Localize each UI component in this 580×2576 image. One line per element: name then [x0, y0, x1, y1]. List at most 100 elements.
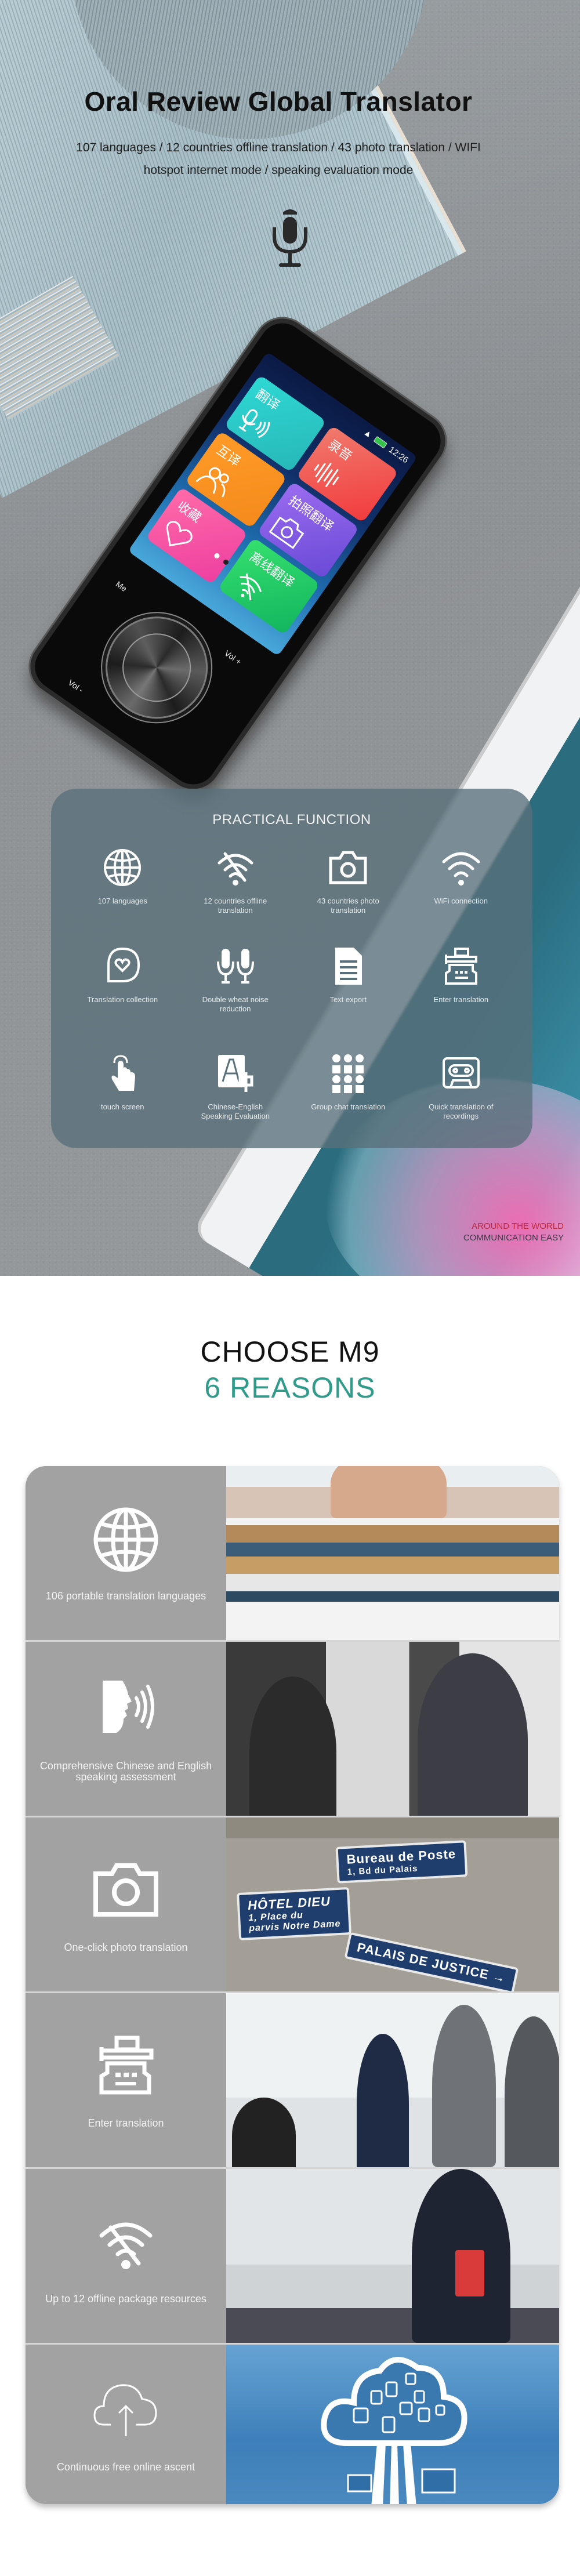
person-figure — [331, 1466, 447, 1518]
volume-down-label: Vol - — [66, 677, 85, 695]
cassette-icon — [442, 1057, 480, 1089]
reason-row: 106 portable translation languages — [26, 1466, 559, 1640]
person-figure — [432, 2005, 496, 2167]
tile-label: 收藏 — [175, 498, 204, 525]
wifi-off-icon — [99, 2222, 153, 2269]
reason-row: Up to 12 offline package resources — [26, 2167, 559, 2343]
photo-business-conversation — [226, 1642, 559, 1816]
document-icon — [335, 948, 362, 985]
photo-street-signs: Bureau de Poste 1, Bd du Palais HÔTEL DIE… — [226, 1817, 559, 1991]
group-grid-icon — [332, 1054, 364, 1093]
typewriter-icon — [99, 2036, 154, 2094]
tile-label: 互译 — [213, 442, 244, 469]
feature-item: 12 countries offline translation — [179, 847, 292, 945]
feature-item: 43 countries photo translation — [292, 847, 405, 945]
reason-label: One-click photo translation — [64, 1941, 188, 1953]
feature-item: Group chat translation — [292, 1053, 405, 1157]
reason-label: Up to 12 offline package resources — [45, 2292, 206, 2305]
feature-label: Translation collection — [87, 995, 158, 1004]
street-sign: Bureau de Poste 1, Bd du Palais — [335, 1840, 468, 1884]
feature-label: WiFi connection — [434, 897, 488, 905]
cloud-network-illustration — [321, 2357, 467, 2504]
status-time: 12:26 — [386, 444, 411, 466]
camera-icon — [93, 1863, 158, 1917]
reason-info: Up to 12 offline package resources — [26, 2169, 226, 2343]
reason-info: Continuous free online ascent — [26, 2345, 226, 2504]
reason-info: 106 portable translation languages — [26, 1466, 226, 1640]
reason-label: Continuous free online ascent — [56, 2461, 195, 2473]
photo-office-handshake — [226, 1993, 559, 2167]
reasons-header: CHOOSE M9 6 REASONS — [0, 1334, 580, 1406]
feature-label: Text export — [329, 995, 367, 1004]
volume-up-label: Vol + — [223, 648, 244, 667]
reason-info: One-click photo translation — [26, 1817, 226, 1991]
camera-icon — [329, 851, 367, 884]
menu-button-label: Me — [114, 579, 129, 594]
reason-label: 106 portable translation languages — [45, 1590, 206, 1602]
feature-grid: 107 languages 12 countries offline trans… — [51, 847, 532, 1157]
feature-label: 12 countries offline translation — [204, 897, 267, 915]
touch-hand-icon — [111, 1055, 136, 1091]
reasons-subtitle: 6 REASONS — [204, 1372, 376, 1404]
feature-label: 43 countries photo translation — [317, 897, 379, 915]
practical-function-panel: PRACTICAL FUNCTION 107 languages 12 coun… — [51, 789, 532, 1148]
feature-label: touch screen — [101, 1102, 144, 1111]
speaking-head-icon — [103, 1681, 154, 1733]
hero-title: Oral Review Global Translator — [84, 86, 473, 117]
feature-label: Double wheat noise reduction — [202, 995, 269, 1013]
scarf — [455, 2250, 484, 2296]
practical-function-title: PRACTICAL FUNCTION — [212, 812, 371, 828]
feature-label: Group chat translation — [311, 1102, 386, 1111]
language-translate-icon — [217, 1055, 253, 1092]
reason-label: Comprehensive Chinese and English speaki… — [39, 1760, 212, 1783]
photo-cloud-network — [226, 2345, 559, 2504]
wifi-icon — [442, 852, 480, 886]
hero-subtitle: 107 languages / 12 countries offline tra… — [76, 141, 481, 177]
wifi-off-icon — [217, 852, 253, 886]
tile-label: 翻译 — [253, 386, 283, 413]
battery-icon — [373, 436, 388, 449]
feature-item: Chinese-English Speaking Evaluation — [179, 1053, 292, 1157]
microphone-icon — [273, 209, 307, 267]
tagline-line-1: AROUND THE WORLD — [472, 1221, 564, 1231]
feature-item: Translation collection — [66, 945, 179, 1053]
feature-label: Chinese-English Speaking Evaluation — [201, 1102, 270, 1120]
feature-label: Quick translation of recordings — [429, 1102, 494, 1120]
reason-row: Enter translation — [26, 1991, 559, 2167]
heart-bubble-icon — [107, 947, 140, 982]
wifi-status-icon: ▲ — [361, 427, 375, 441]
globe-icon — [93, 1507, 158, 1572]
feature-item: touch screen — [66, 1053, 179, 1157]
person-figure — [505, 2016, 559, 2167]
person-figure — [232, 2098, 296, 2167]
reason-label: Enter translation — [88, 2117, 164, 2129]
feature-item: Double wheat noise reduction — [179, 945, 292, 1053]
tagline-line-2: COMMUNICATION EASY — [463, 1233, 564, 1243]
reason-row: Continuous free online ascent — [26, 2343, 559, 2504]
street-sign: HÔTEL DIEU 1, Place du parvis Notre Dame — [236, 1886, 352, 1941]
reason-row: One-click photo translation Bureau de Po… — [26, 1816, 559, 1991]
reason-info: Enter translation — [26, 1993, 226, 2167]
feature-item: Quick translation of recordings — [405, 1053, 518, 1157]
feature-label: Enter translation — [433, 995, 489, 1004]
photo-flight-attendant — [226, 2169, 559, 2343]
feature-item: Enter translation — [405, 945, 518, 1053]
cloud-upload-icon — [93, 2384, 157, 2436]
tile-label: 录音 — [325, 437, 355, 464]
center-button[interactable] — [108, 620, 205, 716]
person-figure — [357, 2034, 409, 2167]
street-sign: PALAIS DE JUSTICE → — [344, 1932, 519, 1991]
dual-microphone-icon — [216, 949, 254, 984]
hero-banner: Oral Review Global Translator 107 langua… — [0, 0, 580, 1276]
photo-student-with-books — [226, 1466, 559, 1640]
reason-row: Comprehensive Chinese and English speaki… — [26, 1640, 559, 1816]
person-figure — [418, 1653, 528, 1816]
reason-info: Comprehensive Chinese and English speaki… — [26, 1642, 226, 1816]
feature-item: WiFi connection — [405, 847, 518, 945]
feature-label: 107 languages — [97, 897, 147, 905]
person-figure — [249, 1677, 336, 1816]
feature-item: Text export — [292, 945, 405, 1053]
control-wheel[interactable] — [85, 596, 228, 739]
hero-tagline: AROUND THE WORLD COMMUNICATION EASY — [463, 1221, 564, 1244]
feature-item: 107 languages — [66, 847, 179, 945]
